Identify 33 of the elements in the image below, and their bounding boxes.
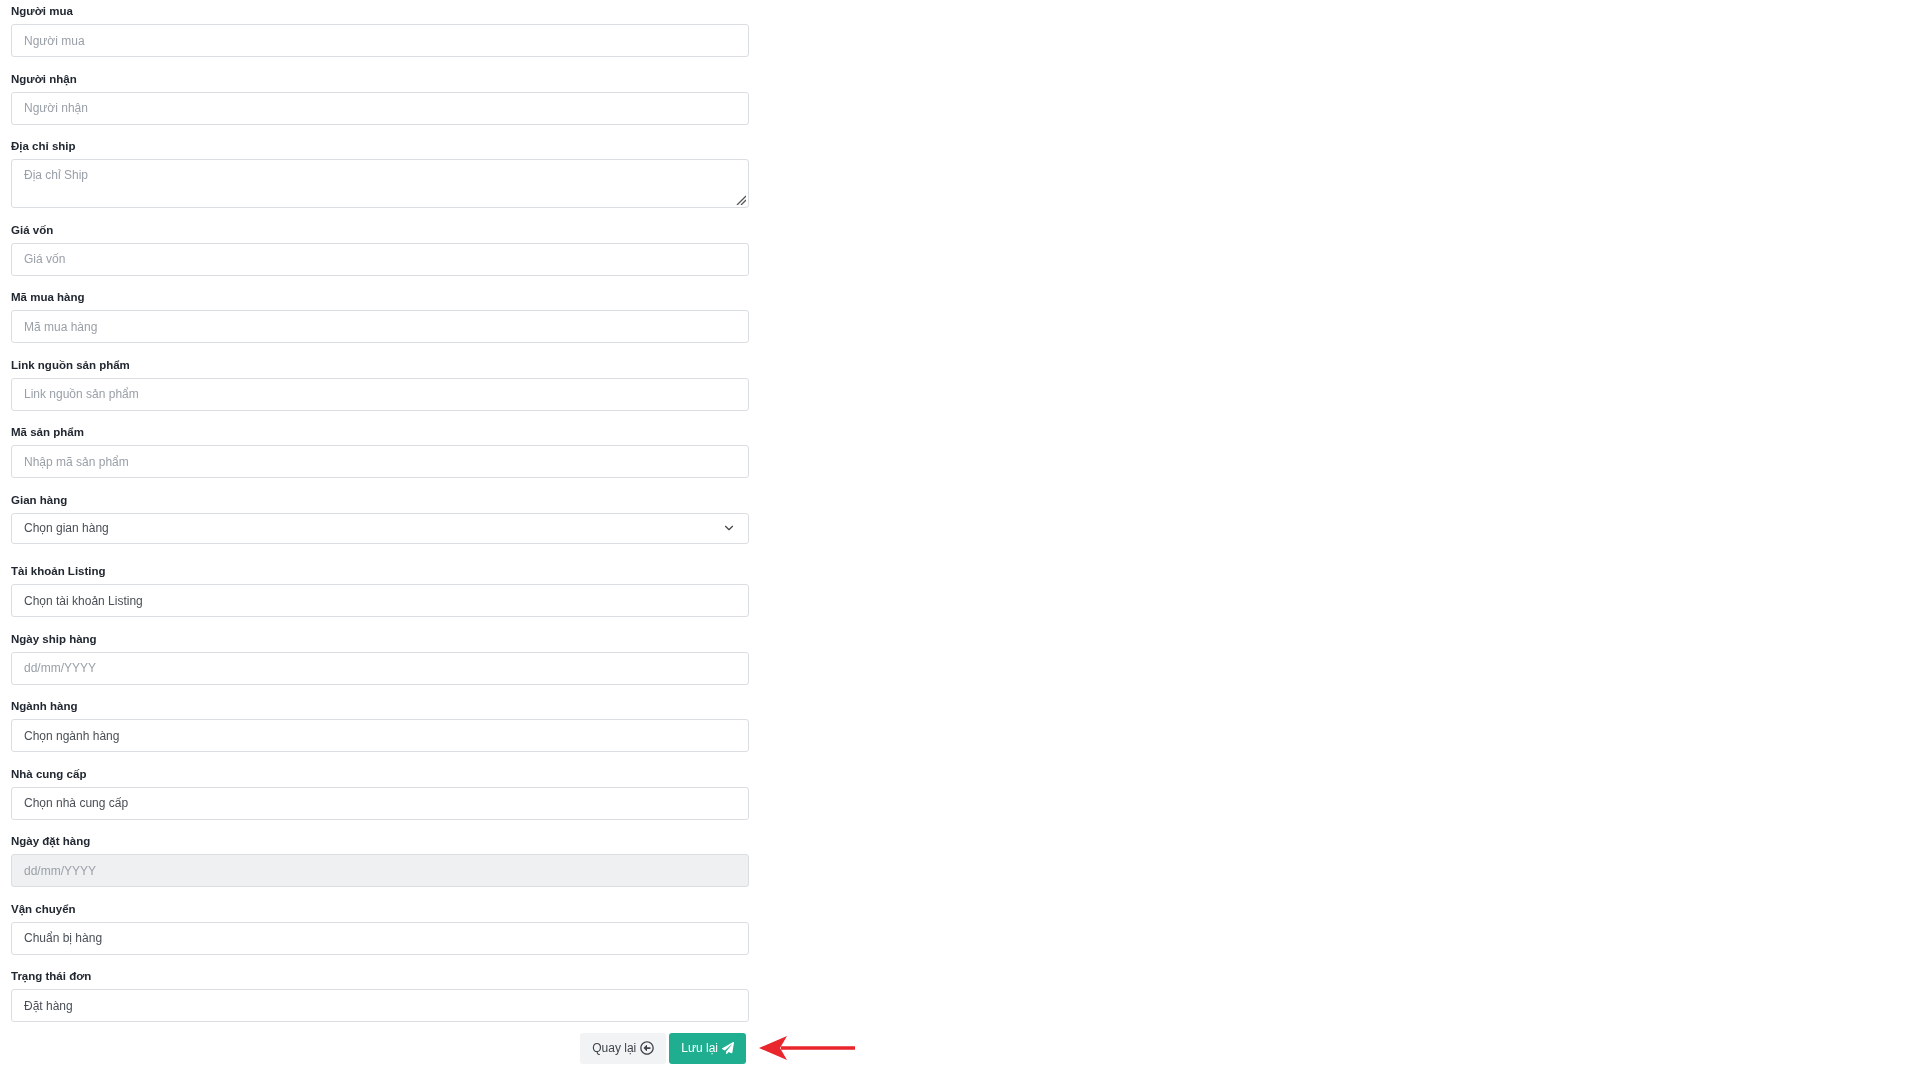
input-field[interactable]: Chọn nhà cung cấp xyxy=(11,786,749,820)
field-label: Ngày đặt hàng xyxy=(11,834,91,850)
field-label: Nhà cung cấp xyxy=(11,766,87,782)
back-button[interactable]: Quay lại xyxy=(580,1032,667,1064)
field-label: Trạng thái đơn xyxy=(11,969,92,985)
field-label: Mã mua hàng xyxy=(11,290,85,305)
field-label: Địa chỉ ship xyxy=(11,139,76,155)
input-field[interactable]: Link nguồn sản phẩm xyxy=(11,377,749,411)
field-label: Giá vốn xyxy=(11,222,54,238)
field-label: Gian hàng xyxy=(11,492,68,508)
field-label: Vận chuyển xyxy=(11,901,76,918)
field-label: Ngành hàng xyxy=(11,699,78,714)
input-field[interactable]: Đặt hàng xyxy=(11,989,749,1022)
paper-plane-icon xyxy=(722,1042,734,1054)
input-field[interactable]: Người mua xyxy=(11,24,749,57)
field-label: Ngày ship hàng xyxy=(11,631,97,647)
field-label: Người mua xyxy=(11,4,73,19)
circle-arrow-left-icon xyxy=(640,1041,655,1055)
dropdown-field[interactable]: Chọn gian hàng xyxy=(11,512,749,544)
date-field[interactable]: dd/mm/YYYY xyxy=(11,651,749,685)
input-field[interactable]: Giá vốn xyxy=(11,242,749,276)
input-field[interactable]: Nhập mã sản phẩm xyxy=(11,445,749,478)
resize-handle-icon[interactable] xyxy=(736,195,746,205)
field-label: Mã sản phẩm xyxy=(11,425,84,440)
input-field[interactable]: Chọn tài khoản Listing xyxy=(11,584,749,617)
input-field[interactable]: Chọn ngành hàng xyxy=(11,719,749,752)
field-label: Link nguồn sản phẩm xyxy=(11,357,130,373)
field-label: Người nhận xyxy=(11,71,77,88)
input-field[interactable]: Chuẩn bị hàng xyxy=(11,921,749,955)
input-field[interactable]: Mã mua hàng xyxy=(11,310,749,343)
field-label: Tài khoản Listing xyxy=(11,564,106,579)
textarea-field[interactable]: Địa chỉ Ship xyxy=(11,159,749,208)
input-field[interactable]: Người nhận xyxy=(11,91,749,125)
